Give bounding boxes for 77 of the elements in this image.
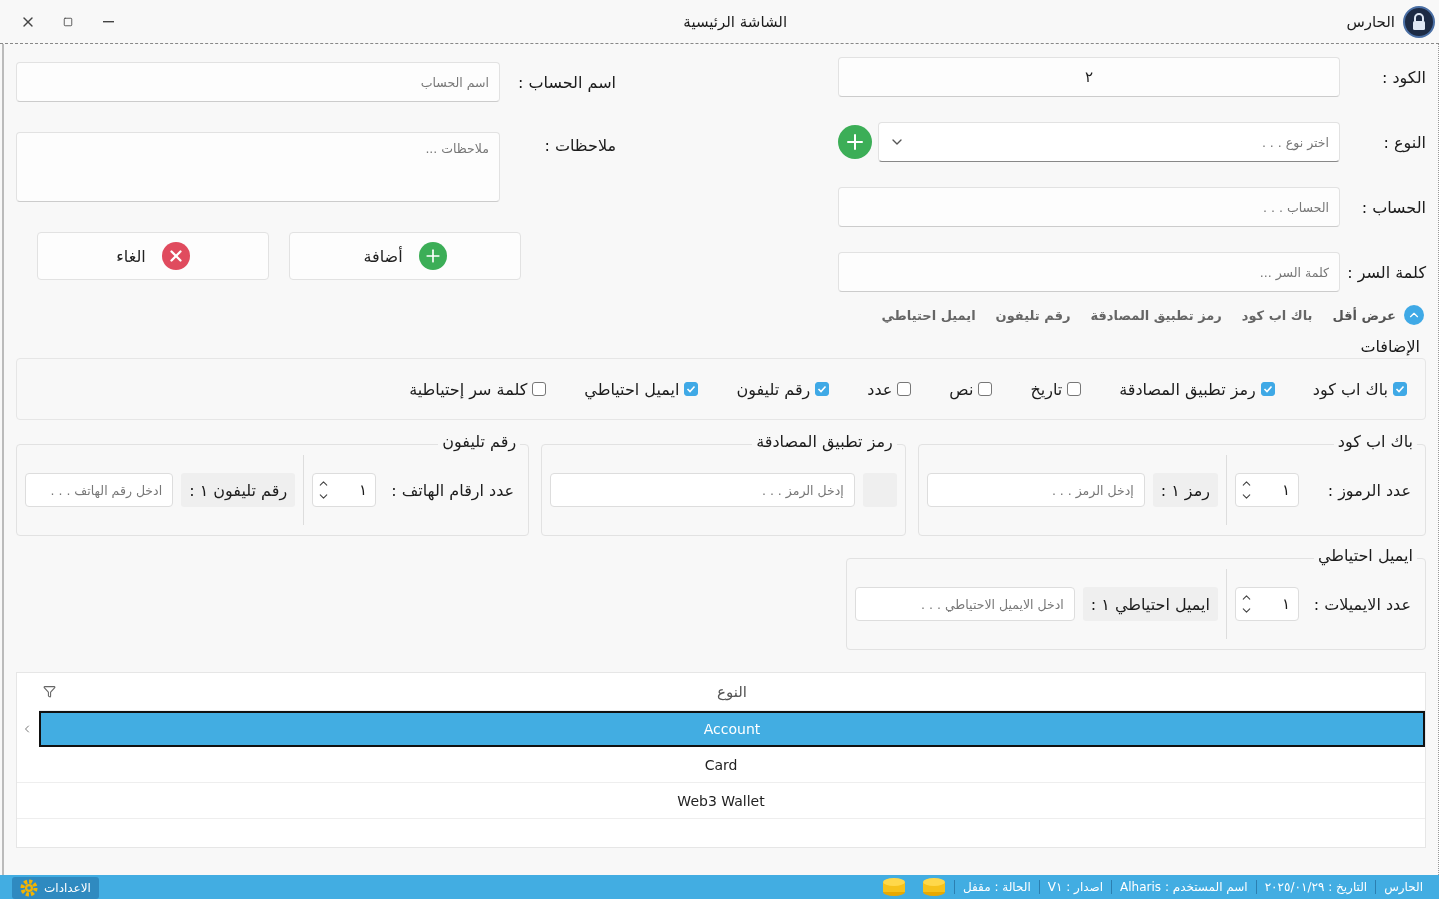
input-field[interactable]: ادخل رقم الهاتف . . . bbox=[25, 473, 174, 507]
settings-button[interactable]: الاعدادات bbox=[12, 877, 99, 899]
extra-tag: رقم تليفون bbox=[995, 307, 1071, 323]
show-less-toggle[interactable]: عرض أقل bbox=[1332, 305, 1424, 325]
input-field[interactable]: الحساب . . . bbox=[838, 187, 1340, 227]
chevron-up-icon bbox=[1404, 305, 1424, 325]
count-label: عدد الايميلات : bbox=[1312, 594, 1412, 614]
field-label: الكود : bbox=[1380, 67, 1426, 87]
check-icon bbox=[1395, 384, 1405, 394]
status-item: اصدار : V١ bbox=[1038, 880, 1112, 894]
restore-icon bbox=[63, 16, 73, 27]
input-field[interactable]: إدخل الرمز . . . bbox=[550, 473, 855, 507]
section-title: الإضافات bbox=[1360, 337, 1420, 356]
type-dropdown[interactable]: اختر نوع . . . bbox=[878, 122, 1340, 162]
coin-stack-icon bbox=[881, 877, 906, 897]
field-label: الحساب : bbox=[1360, 197, 1426, 217]
extra-checkbox[interactable]: رقم تليفون bbox=[736, 379, 830, 399]
input-field[interactable]: ادخل الايميل الاحتياطي . . . bbox=[855, 587, 1075, 621]
input-field[interactable]: اسم الحساب bbox=[16, 62, 500, 102]
count-label: عدد ارقام الهاتف : bbox=[390, 480, 516, 500]
cancel-button[interactable]: الغاء bbox=[37, 232, 269, 280]
count-spinbox[interactable]: ١ bbox=[312, 473, 377, 507]
group-title: باك اب كود bbox=[1333, 432, 1417, 451]
item-label: ايميل احتياطي ١ : bbox=[1082, 587, 1218, 621]
extra-tag: باك اب كود bbox=[1241, 307, 1313, 323]
field-label: كلمة السر : bbox=[1346, 262, 1426, 282]
checkbox[interactable] bbox=[1260, 382, 1275, 396]
checkbox[interactable] bbox=[815, 382, 830, 396]
status-item: التاريخ : ٢٠٢٥/٠١/٢٩ bbox=[1255, 880, 1376, 894]
group-title: رقم تليفون bbox=[438, 432, 521, 451]
input-field[interactable]: ٢ bbox=[838, 57, 1340, 97]
checkbox[interactable] bbox=[1067, 382, 1082, 396]
status-item: الحالة : مقفل bbox=[953, 880, 1039, 894]
check-icon bbox=[686, 384, 697, 394]
input-field[interactable]: إدخل الرمز . . . bbox=[926, 473, 1145, 507]
extra-tag: رمز تطبيق المصادقة bbox=[1090, 307, 1222, 323]
extra-tag: ايميل احتياطي bbox=[881, 307, 976, 323]
item-label: رمز ١ : bbox=[1152, 473, 1218, 507]
window-title: الشاشة الرئيسية bbox=[682, 12, 789, 31]
extra-checkbox[interactable]: ايميل احتياطي bbox=[584, 379, 699, 399]
add-button[interactable]: أضافة bbox=[289, 232, 521, 280]
column-header: النوع bbox=[717, 682, 747, 701]
group-title: رمز تطبيق المصادقة bbox=[752, 432, 897, 451]
status-item: الحارس bbox=[1375, 880, 1431, 894]
add-type-button[interactable] bbox=[838, 125, 872, 159]
check-icon bbox=[817, 384, 828, 394]
input-field[interactable]: كلمة السر ... bbox=[838, 252, 1340, 292]
checkbox[interactable] bbox=[1393, 382, 1407, 396]
extra-checkbox[interactable]: نص bbox=[949, 379, 993, 399]
item-label: رقم تليفون ١ : bbox=[181, 473, 296, 507]
close-icon bbox=[161, 242, 190, 270]
status-item: اسم المستخدم : Alharis bbox=[1111, 880, 1256, 894]
checkbox[interactable] bbox=[897, 382, 912, 396]
count-spinbox[interactable]: ١ bbox=[1235, 473, 1299, 507]
checkbox[interactable] bbox=[532, 382, 547, 396]
extra-checkbox[interactable]: كلمة سر إحتياطية bbox=[409, 379, 547, 399]
field-label: اسم الحساب : bbox=[517, 72, 616, 92]
field-label: النوع : bbox=[1382, 132, 1426, 152]
notes-field[interactable]: ملاحظات ... bbox=[16, 132, 500, 202]
coin-stack-icon bbox=[921, 877, 946, 897]
settings-icon bbox=[20, 879, 38, 897]
extra-checkbox[interactable]: عدد bbox=[867, 379, 912, 399]
minimize-icon bbox=[102, 20, 114, 23]
filter-icon[interactable] bbox=[43, 685, 56, 698]
app-name: الحارس bbox=[1346, 12, 1395, 31]
count-label: عدد الرموز : bbox=[1326, 480, 1412, 500]
field-label: ملاحظات : bbox=[543, 135, 616, 155]
extra-checkbox[interactable]: تاريخ bbox=[1030, 379, 1082, 399]
checkbox[interactable] bbox=[684, 382, 699, 396]
extra-checkbox[interactable]: رمز تطبيق المصادقة bbox=[1119, 379, 1275, 399]
checkbox[interactable] bbox=[978, 382, 993, 396]
count-spinbox[interactable]: ١ bbox=[1235, 587, 1299, 621]
group-title: ايميل احتياطي bbox=[1313, 546, 1417, 565]
extra-checkbox[interactable]: باك اب كود bbox=[1312, 379, 1407, 399]
lock-logo-icon bbox=[1403, 5, 1435, 38]
check-icon bbox=[1262, 384, 1273, 394]
plus-icon bbox=[418, 242, 447, 270]
